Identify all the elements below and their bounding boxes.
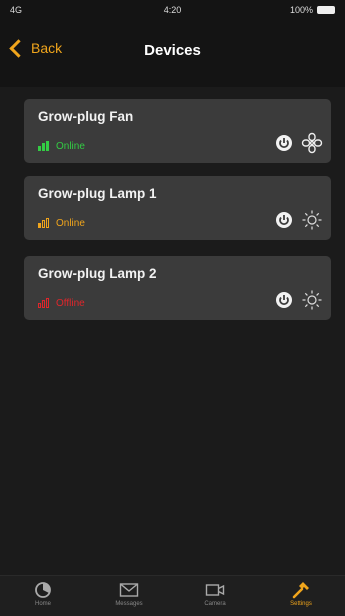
- fan-icon: [301, 132, 323, 154]
- tab-home[interactable]: Home: [0, 576, 86, 616]
- device-status: Online: [56, 218, 85, 229]
- device-list: Grow-plug Fan Online Grow-plug Lamp 1 On…: [0, 87, 345, 575]
- signal-icon: [38, 298, 49, 308]
- power-icon[interactable]: [274, 210, 294, 230]
- status-bar: 4G 4:20 100%: [0, 0, 345, 22]
- home-icon: [35, 582, 51, 598]
- tab-settings[interactable]: Settings: [258, 576, 344, 616]
- device-name: Grow-plug Lamp 1: [38, 186, 157, 201]
- power-icon[interactable]: [274, 133, 294, 153]
- hammer-icon: [292, 582, 309, 599]
- battery-status: 100%: [290, 5, 335, 15]
- device-status: Online: [56, 141, 85, 152]
- tab-camera[interactable]: Camera: [172, 576, 258, 616]
- tab-label: Messages: [115, 601, 143, 607]
- power-icon[interactable]: [274, 290, 294, 310]
- sun-icon: [302, 210, 322, 230]
- page-title: Devices: [144, 42, 201, 59]
- device-card-fan[interactable]: Grow-plug Fan Online: [24, 99, 331, 163]
- nav-bar: Back Devices: [0, 30, 345, 70]
- camera-icon: [205, 584, 225, 596]
- sun-icon: [302, 290, 322, 310]
- signal-icon: [38, 218, 49, 228]
- tab-label: Home: [34, 601, 51, 607]
- device-card-lamp-1[interactable]: Grow-plug Lamp 1 Online: [24, 176, 331, 240]
- device-name: Grow-plug Fan: [38, 109, 134, 124]
- device-status: Offline: [56, 298, 85, 309]
- tab-bar: Home Messages Camera Settings: [0, 575, 345, 616]
- battery-percent: 100%: [289, 5, 313, 15]
- signal-icon: [38, 141, 49, 151]
- tab-label: Camera: [204, 601, 226, 607]
- mail-icon: [119, 583, 139, 597]
- device-card-lamp-2[interactable]: Grow-plug Lamp 2 Offline: [24, 256, 331, 320]
- tab-messages[interactable]: Messages: [86, 576, 172, 616]
- tab-label: Settings: [290, 601, 312, 607]
- battery-icon: [317, 6, 335, 14]
- device-name: Grow-plug Lamp 2: [38, 266, 157, 281]
